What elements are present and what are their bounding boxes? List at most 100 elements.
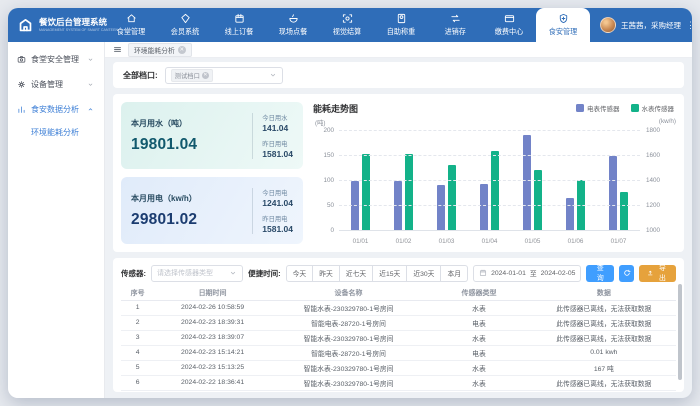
stat-water-title: 本月用水（吨）	[131, 118, 243, 129]
bar-电表传感器-01/03[interactable]	[437, 185, 445, 232]
table-cell: 水表	[426, 375, 531, 390]
nav-item-3[interactable]: 现场点餐	[266, 8, 320, 42]
bar-电表传感器-01/04[interactable]	[480, 184, 488, 232]
chevron-down-icon	[269, 71, 277, 79]
stat-elec-today-label: 今日用电	[262, 188, 293, 197]
query-button-label: 查询	[594, 263, 606, 283]
gridline	[339, 230, 640, 231]
tab-environment-energy[interactable]: 环境能耗分析 ✕	[128, 43, 192, 57]
table-cell: 2024-02-23 18:39:31	[154, 315, 271, 330]
legend-swatch	[631, 104, 639, 112]
chart-plot: 01000501200100140015016002001800	[339, 131, 640, 231]
legend-item[interactable]: 水表传感器	[631, 103, 675, 113]
quick-time-button-0[interactable]: 今天	[286, 265, 314, 282]
x-axis-label: 01/06	[554, 238, 597, 245]
sensor-select-placeholder: 请选择传感器类型	[157, 268, 213, 278]
overview-card: 本月用水（吨） 19801.04 今日用水 141.04 昨日用电 1581.0…	[113, 94, 684, 252]
quick-time-button-2[interactable]: 近七天	[340, 265, 373, 282]
table-scrollbar[interactable]	[678, 284, 682, 380]
nav-item-label: 缴费中心	[495, 26, 524, 36]
payment-center-icon	[504, 13, 515, 24]
bar-水表传感器-01/07[interactable]	[620, 192, 628, 231]
bar-电表传感器-01/05[interactable]	[523, 135, 531, 232]
top-navbar: 餐饮后台管理系统 MANAGEMENT SYSTEM OF SMART CANT…	[8, 8, 692, 42]
nav-item-1[interactable]: 会员系统	[158, 8, 212, 42]
table-cell: 智能水表-230329780-1号房间	[271, 360, 426, 375]
right-axis-tick: 1200	[646, 202, 660, 209]
stall-select[interactable]: 测试档口 ✕	[165, 67, 283, 84]
bar-水表传感器-01/01[interactable]	[362, 154, 370, 232]
stat-elec-value: 29801.02	[131, 211, 243, 229]
sidebar-item-0[interactable]: 食堂安全管理	[8, 47, 104, 72]
table-cell: 2024-02-22 18:36:41	[154, 375, 271, 390]
x-axis-label: 01/04	[468, 238, 511, 245]
sidebar-item-2[interactable]: 食安数据分析	[8, 97, 104, 122]
nav-item-8[interactable]: 食安管理	[536, 8, 590, 42]
table-cell: 2	[121, 315, 154, 330]
table-row-1[interactable]: 22024-02-23 18:39:31智能电表-28720-1号房间电表此传感…	[121, 315, 676, 330]
avatar[interactable]	[600, 17, 616, 33]
table-cell: 1	[121, 300, 154, 315]
x-axis-label: 01/05	[511, 238, 554, 245]
export-button[interactable]: 导出	[639, 265, 676, 282]
x-axis-label: 01/01	[339, 238, 382, 245]
table-row-4[interactable]: 52024-02-23 15:13:25智能水表-230329780-1号房间水…	[121, 360, 676, 375]
member-icon	[180, 13, 191, 24]
top-nav-menu: 食堂管理 会员系统线上订餐现场点餐视觉结算自助称重 进销存缴费中心 食安管理	[104, 8, 590, 42]
quick-time-button-4[interactable]: 近30天	[407, 265, 441, 282]
quick-time-button-3[interactable]: 近15天	[373, 265, 407, 282]
table-cell: 此传感器已离线，无法获取数据	[532, 330, 676, 345]
bar-水表传感器-01/04[interactable]	[491, 151, 499, 231]
table-header-cell: 序号	[121, 286, 154, 300]
sensor-filter-label: 传感器:	[121, 268, 146, 279]
more-menu-icon[interactable]: ⋮	[686, 20, 692, 31]
query-button[interactable]: 查询	[586, 265, 614, 282]
left-axis-unit: (吨)	[315, 118, 326, 127]
gridline	[339, 155, 640, 156]
date-range-picker[interactable]: 2024-01-01 至 2024-02-05	[473, 265, 581, 282]
quick-time-button-5[interactable]: 本月	[441, 265, 468, 282]
bar-电表传感器-01/01[interactable]	[351, 181, 359, 231]
hamburger-icon[interactable]	[113, 45, 122, 54]
stat-elec-title: 本月用电（kw/h）	[131, 193, 243, 204]
table-cell: 智能水表-230329780-1号房间	[271, 300, 426, 315]
table-cell: 2024-02-23 18:39:07	[154, 330, 271, 345]
date-end: 2024-02-05	[541, 270, 576, 277]
table-header-cell: 设备名称	[271, 286, 426, 300]
sidebar-item-label: 食堂安全管理	[31, 54, 79, 65]
calendar-icon	[479, 269, 487, 277]
nav-item-label: 自助称重	[387, 26, 416, 36]
refresh-button[interactable]	[619, 265, 634, 282]
bar-水表传感器-01/03[interactable]	[448, 165, 456, 231]
nav-item-2[interactable]: 线上订餐	[212, 8, 266, 42]
tab-close-icon[interactable]: ✕	[178, 46, 186, 54]
stall-tag: 测试档口 ✕	[171, 69, 213, 82]
table-row-3[interactable]: 42024-02-23 15:14:21智能电表-28720-1号房间电表0.0…	[121, 345, 676, 360]
legend-item[interactable]: 电表传感器	[576, 103, 620, 113]
sidebar-subitem[interactable]: 环境能耗分析	[8, 122, 104, 143]
table-header-cell: 传感器类型	[426, 286, 531, 300]
table-row-0[interactable]: 12024-02-26 10:58:59智能水表-230329780-1号房间水…	[121, 300, 676, 315]
quick-time-button-1[interactable]: 昨天	[313, 265, 340, 282]
legend-label: 水表传感器	[642, 103, 675, 113]
nav-item-0[interactable]: 食堂管理	[104, 8, 158, 42]
table-row-5[interactable]: 62024-02-22 18:36:41智能水表-230329780-1号房间水…	[121, 375, 676, 390]
sensor-type-select[interactable]: 请选择传感器类型	[151, 265, 243, 282]
nav-item-5[interactable]: 自助称重	[374, 8, 428, 42]
table-row-2[interactable]: 32024-02-23 18:39:07智能水表-230329780-1号房间水…	[121, 330, 676, 345]
bar-电表传感器-01/06[interactable]	[566, 198, 574, 232]
nav-item-4[interactable]: 视觉结算	[320, 8, 374, 42]
bar-水表传感器-01/02[interactable]	[405, 154, 413, 232]
device-icon	[17, 80, 26, 89]
nav-item-label: 食堂管理	[117, 26, 146, 36]
records-card: 传感器: 请选择传感器类型 便捷时间: 今天昨天近七天近15天近30天本月 20…	[113, 258, 684, 392]
bar-电表传感器-01/07[interactable]	[609, 156, 617, 232]
bar-电表传感器-01/02[interactable]	[394, 181, 402, 231]
stat-water-value: 19801.04	[131, 136, 243, 154]
nav-item-6[interactable]: 进销存	[428, 8, 482, 42]
refresh-icon	[623, 269, 631, 277]
nav-item-7[interactable]: 缴费中心	[482, 8, 536, 42]
bar-group-01/04	[468, 131, 511, 231]
sidebar-item-1[interactable]: 设备管理	[8, 72, 104, 97]
stall-tag-close-icon[interactable]: ✕	[202, 72, 209, 79]
